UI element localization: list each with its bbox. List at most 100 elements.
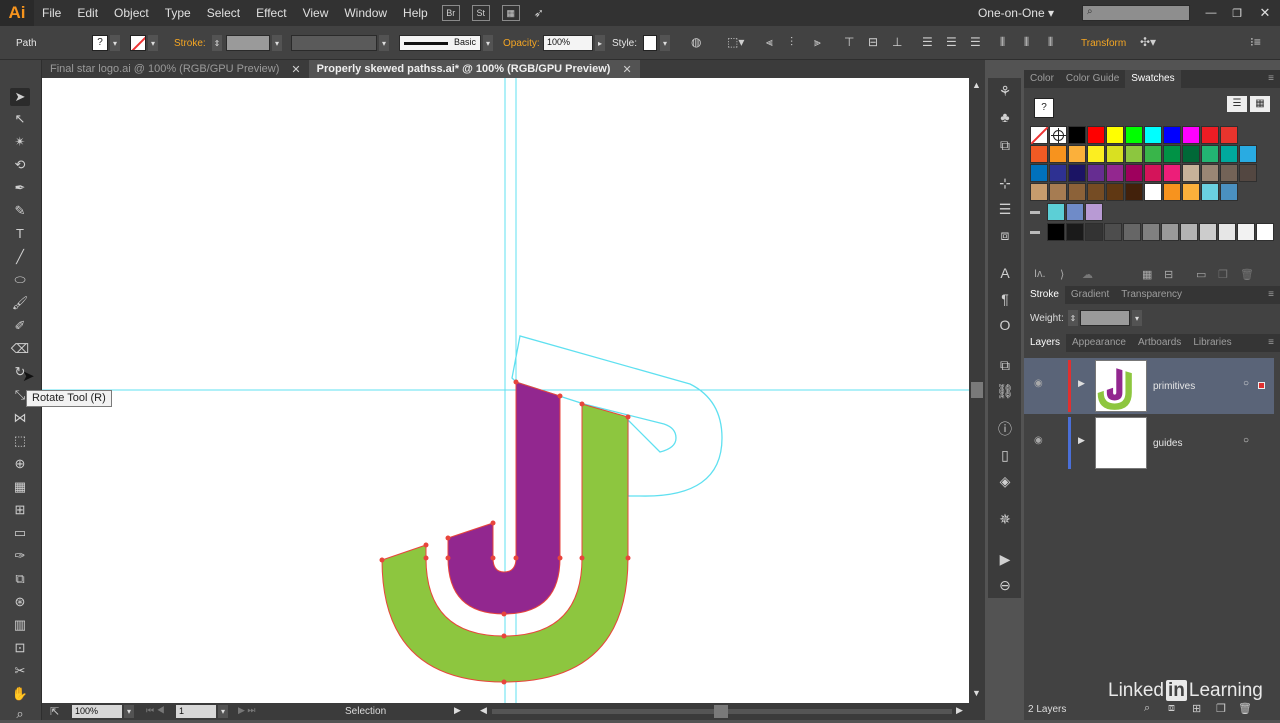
color-swatch[interactable]: [1161, 223, 1179, 241]
control-menu-icon[interactable]: ⁝≡: [1250, 35, 1261, 49]
shape-builder-tool-icon[interactable]: ⊕: [10, 455, 30, 473]
color-swatch[interactable]: [1068, 164, 1086, 182]
opacity-dropdown[interactable]: ▸: [595, 35, 605, 51]
search-input[interactable]: ⌕: [1082, 5, 1190, 21]
color-swatch[interactable]: [1163, 145, 1181, 163]
symbol-sprayer-tool-icon[interactable]: ⊛: [10, 593, 30, 611]
new-swatch-icon[interactable]: ❐: [1218, 268, 1228, 281]
horizontal-scroll-thumb[interactable]: [714, 705, 728, 718]
color-swatch[interactable]: [1106, 164, 1124, 182]
zoom-field[interactable]: 100%: [72, 705, 122, 718]
opacity-label[interactable]: Opacity:: [503, 38, 540, 49]
color-swatch[interactable]: [1087, 126, 1105, 144]
layer-row-guides[interactable]: ◉ ▶ guides ○: [1024, 415, 1274, 471]
selection-indicator[interactable]: [1258, 382, 1265, 389]
color-swatch[interactable]: [1201, 126, 1219, 144]
distribute-center-icon[interactable]: ⫴: [1024, 35, 1029, 50]
target-circle-icon[interactable]: ○: [1243, 435, 1249, 446]
thumbnail-view-icon[interactable]: ▦: [1250, 96, 1270, 112]
tab-libraries[interactable]: Libraries: [1187, 334, 1237, 352]
color-swatch[interactable]: [1201, 183, 1219, 201]
align-bottom-icon[interactable]: ⊥: [892, 35, 902, 49]
color-swatch[interactable]: [1125, 164, 1143, 182]
line-tool-icon[interactable]: ╱: [10, 248, 30, 266]
color-swatch[interactable]: [1087, 145, 1105, 163]
artboard-dropdown[interactable]: ▾: [218, 705, 228, 718]
type-tool-icon[interactable]: T: [10, 225, 30, 243]
target-circle-icon[interactable]: ○: [1243, 378, 1249, 389]
navigator-icon[interactable]: ✵: [996, 510, 1014, 528]
color-swatch[interactable]: [1125, 126, 1143, 144]
color-swatch[interactable]: [1106, 126, 1124, 144]
color-swatch[interactable]: [1144, 164, 1162, 182]
color-swatch[interactable]: [1087, 183, 1105, 201]
gradient-tool-icon[interactable]: ▭: [10, 524, 30, 542]
distribute-bottom-icon[interactable]: ☰: [970, 35, 981, 49]
color-swatch[interactable]: [1144, 145, 1162, 163]
new-layer-icon[interactable]: ❐: [1216, 702, 1226, 715]
tab-gradient[interactable]: Gradient: [1065, 286, 1115, 304]
bridge-button[interactable]: Br: [441, 5, 460, 21]
css-properties-icon[interactable]: ⊖: [996, 576, 1014, 594]
menu-object[interactable]: Object: [106, 6, 157, 20]
zoom-tool-icon[interactable]: ⌕: [10, 705, 30, 723]
tab-swatches[interactable]: Swatches: [1125, 70, 1181, 88]
perspective-grid-tool-icon[interactable]: ▦: [10, 478, 30, 496]
brushes-icon[interactable]: ⚘: [996, 82, 1014, 100]
distribute-left-icon[interactable]: ⫴: [1000, 35, 1005, 50]
layer-name[interactable]: primitives: [1153, 381, 1195, 392]
scroll-right-icon[interactable]: ▶: [956, 705, 963, 716]
lasso-tool-icon[interactable]: ⟲: [10, 156, 30, 174]
color-swatch[interactable]: [1123, 223, 1141, 241]
links-icon[interactable]: ⛓: [996, 382, 1014, 400]
visibility-eye-icon[interactable]: ◉: [1034, 435, 1043, 446]
recolor-artwork-icon[interactable]: ◍: [691, 35, 701, 49]
color-swatch[interactable]: [1163, 164, 1181, 182]
align-center-icon[interactable]: ⫶: [790, 35, 793, 50]
stock-button[interactable]: St: [471, 5, 490, 21]
artboard-tool-icon[interactable]: ⊡: [10, 639, 30, 657]
color-swatch[interactable]: [1182, 126, 1200, 144]
weight-dropdown[interactable]: ▾: [1132, 310, 1142, 326]
color-swatch[interactable]: [1239, 164, 1257, 182]
opacity-field[interactable]: 100%: [543, 35, 593, 51]
color-swatch[interactable]: [1125, 183, 1143, 201]
layer-name[interactable]: guides: [1153, 438, 1182, 449]
free-transform-tool-icon[interactable]: ⬚: [10, 432, 30, 450]
eraser-tool-icon[interactable]: ⌫: [10, 340, 30, 358]
close-tab-icon[interactable]: ✕: [291, 63, 300, 76]
gpu-performance-icon[interactable]: ➶: [526, 6, 552, 20]
brush-dropdown[interactable]: ▾: [483, 35, 493, 51]
ellipse-tool-icon[interactable]: ⬭: [10, 271, 30, 289]
color-swatch[interactable]: [1068, 126, 1086, 144]
close-button[interactable]: ✕: [1250, 5, 1280, 21]
color-swatch[interactable]: [1085, 203, 1103, 221]
tab-stroke[interactable]: Stroke: [1024, 286, 1065, 304]
color-swatch[interactable]: [1125, 145, 1143, 163]
paragraph-icon[interactable]: ¶: [996, 290, 1014, 308]
tab-transparency[interactable]: Transparency: [1115, 286, 1188, 304]
symbols-icon[interactable]: ♣: [996, 108, 1014, 126]
attributes-icon[interactable]: ◈: [996, 472, 1014, 490]
restore-button[interactable]: ❐: [1224, 7, 1250, 20]
paintbrush-tool-icon[interactable]: 🖌: [10, 294, 30, 312]
color-swatch[interactable]: [1220, 145, 1238, 163]
weight-stepper[interactable]: ⇕: [1068, 310, 1078, 326]
color-swatch[interactable]: [1030, 183, 1048, 201]
graphic-style-swatch[interactable]: [643, 35, 657, 51]
menu-help[interactable]: Help: [395, 6, 436, 20]
color-swatch[interactable]: [1047, 223, 1065, 241]
swatch-libraries-menu-icon[interactable]: Iʌ.: [1034, 268, 1046, 280]
color-swatch[interactable]: [1144, 183, 1162, 201]
tab-layers[interactable]: Layers: [1024, 334, 1067, 352]
zoom-dropdown[interactable]: ▾: [124, 705, 134, 718]
menu-select[interactable]: Select: [199, 6, 248, 20]
color-swatch[interactable]: [1047, 203, 1065, 221]
color-swatch[interactable]: [1220, 183, 1238, 201]
panel-menu-icon[interactable]: ≡: [1262, 70, 1280, 88]
next-artboard-icon[interactable]: ▶ ⏭: [238, 705, 256, 716]
color-swatch[interactable]: [1087, 164, 1105, 182]
menu-file[interactable]: File: [34, 6, 69, 20]
character-icon[interactable]: A: [996, 264, 1014, 282]
tab-appearance[interactable]: Appearance: [1066, 334, 1132, 352]
